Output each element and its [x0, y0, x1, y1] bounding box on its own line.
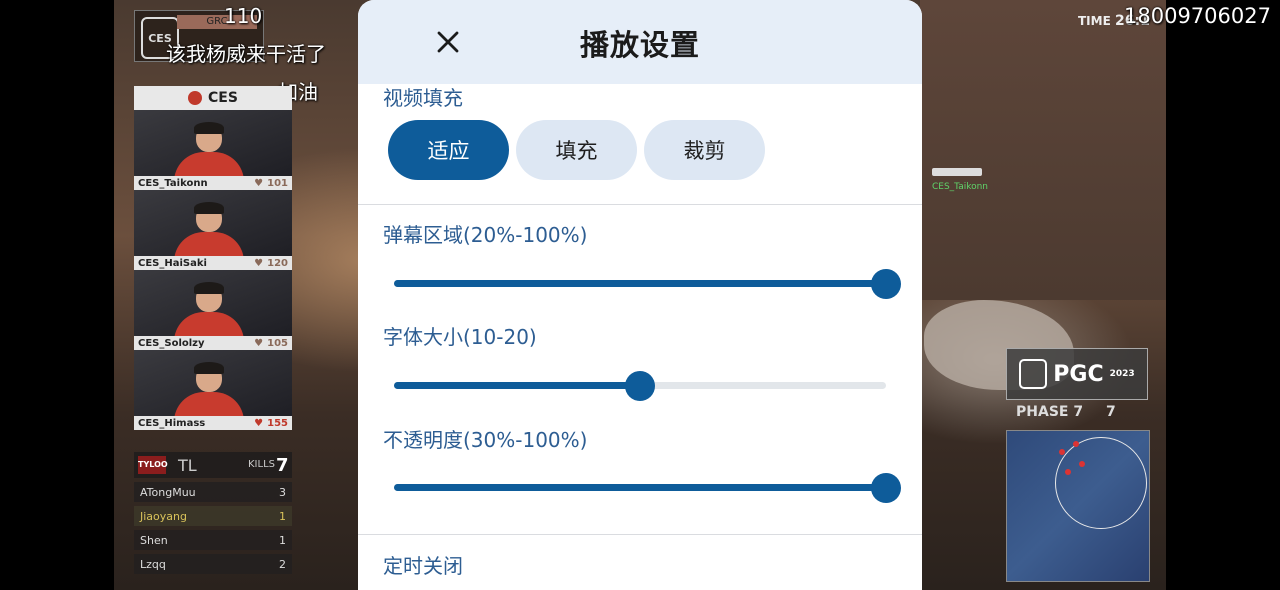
kill-player-name: ATongMuu	[140, 485, 196, 499]
slider-thumb[interactable]	[871, 269, 901, 299]
slider-fill	[394, 382, 640, 389]
player-label: CES_Sololzy ♥ 105	[134, 336, 292, 350]
heart-icon: ♥	[254, 417, 264, 429]
player-name: CES_Sololzy	[138, 337, 205, 349]
section-divider	[358, 534, 922, 535]
player-label: CES_Taikonn ♥ 101	[134, 176, 292, 190]
team-badge: TYLOO	[138, 456, 168, 474]
kills-team-name: TL	[178, 456, 197, 475]
player-label: CES_HaiSaki ♥ 120	[134, 256, 292, 270]
slider-fill	[394, 280, 886, 287]
danmaku-comment: 110	[224, 4, 263, 28]
danmaku-area-label: 弹幕区域(20%-100%)	[383, 223, 588, 247]
kill-player-name: Lzqq	[140, 557, 166, 571]
kills-label: KILLS	[248, 459, 275, 470]
rifle-icon	[932, 168, 982, 176]
panel-title: 播放设置	[579, 28, 700, 62]
phase-value: 7	[1106, 404, 1116, 420]
kill-row: Shen 1	[134, 530, 292, 550]
safe-zone-circle	[1055, 437, 1147, 529]
slider-fill	[394, 484, 886, 491]
minimap	[1006, 430, 1150, 582]
kill-player-name: Jiaoyang	[140, 509, 187, 523]
kill-count: 2	[279, 557, 286, 571]
kill-row: Lzqq 2	[134, 554, 292, 574]
team-emblem-icon	[188, 91, 203, 105]
video-fill-option-fit[interactable]: 适应	[388, 120, 509, 180]
video-wall	[920, 0, 1166, 300]
time-label: TIME	[1078, 14, 1111, 28]
player-label: CES_Himass ♥ 155	[134, 416, 292, 430]
slider-thumb[interactable]	[871, 473, 901, 503]
player-screen: CES GRC 110 该我杨威来干活了 加油 CES CES_Taikonn …	[0, 0, 1280, 590]
heart-icon: ♥	[254, 257, 264, 269]
panel-header: 播放设置	[358, 0, 922, 84]
kill-row: ATongMuu 3	[134, 482, 292, 502]
kill-count: 3	[279, 485, 286, 499]
pgc-badge: PGC 2023	[1006, 348, 1148, 400]
player-hp: ♥ 155	[254, 417, 288, 429]
player-name: CES_Himass	[138, 417, 206, 429]
player-hp: ♥ 120	[254, 257, 288, 269]
playback-settings-panel: 播放设置 视频填充 适应 填充 裁剪 弹幕区域(20%-100%) 字体大小(1…	[358, 0, 922, 590]
player-hp: ♥ 101	[254, 177, 288, 189]
opacity-slider[interactable]	[394, 467, 901, 507]
video-fill-option-crop[interactable]: 裁剪	[644, 120, 765, 180]
player-name: CES_HaiSaki	[138, 257, 207, 269]
danmaku-comment: 该我杨威来干活了	[166, 42, 326, 66]
player-marker-icon	[1059, 449, 1065, 455]
player-hp: ♥ 105	[254, 337, 288, 349]
kill-player-name: Shen	[140, 533, 168, 547]
phase-label: PHASE 7	[1016, 404, 1084, 420]
heart-icon: ♥	[254, 337, 264, 349]
pgc-label: PGC	[1053, 361, 1104, 387]
video-fill-label: 视频填充	[383, 86, 463, 110]
player-name: CES_Taikonn	[138, 177, 208, 189]
kills-total: 7	[276, 455, 289, 476]
kills-board-header: TYLOO TL KILLS 7	[134, 452, 292, 478]
danmaku-area-slider[interactable]	[394, 263, 901, 303]
slider-thumb[interactable]	[625, 371, 655, 401]
font-size-slider[interactable]	[394, 365, 886, 405]
heart-icon: ♥	[254, 177, 264, 189]
stream-number: 18009706027	[1124, 4, 1271, 28]
kill-count: 1	[279, 509, 286, 523]
kill-count: 1	[279, 533, 286, 547]
pgc-year: 2023	[1109, 369, 1135, 379]
section-divider	[358, 204, 922, 205]
player-marker-icon	[1073, 441, 1079, 447]
player-marker-icon	[1079, 461, 1085, 467]
font-size-label: 字体大小(10-20)	[383, 325, 537, 349]
pgc-logo-icon	[1019, 359, 1048, 389]
player-marker-icon	[1065, 469, 1071, 475]
team-header: CES	[134, 86, 292, 110]
timer-off-label: 定时关闭	[383, 554, 463, 578]
kill-row: Jiaoyang 1	[134, 506, 292, 526]
video-fill-option-fill[interactable]: 填充	[516, 120, 637, 180]
team-name: CES	[208, 90, 238, 106]
kill-feed-tag: CES_Taikonn	[932, 182, 989, 192]
opacity-label: 不透明度(30%-100%)	[383, 428, 588, 452]
kills-board: TYLOO TL KILLS 7 ATongMuu 3 Jiaoyang 1 S…	[134, 452, 292, 576]
